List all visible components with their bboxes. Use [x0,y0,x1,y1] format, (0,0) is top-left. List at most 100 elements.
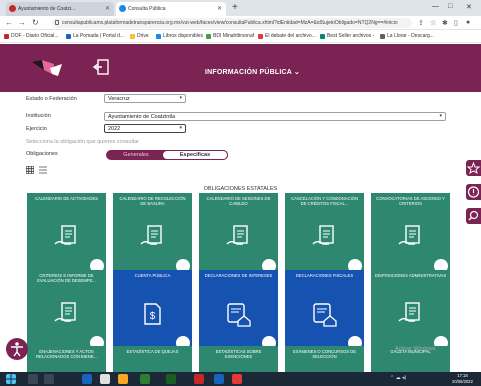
excel-icon[interactable] [166,374,176,384]
browser-tab-consulta[interactable]: Consulta Pública ✕ [116,2,226,16]
obligaciones-toggle: Generales Específicas [106,150,228,160]
address-toolbar: ← → ↻ consultapublicamx.plataformadetran… [0,16,481,30]
card-cancelacion-creditos[interactable]: CANCELACIÓN Y CONDONACIÓN DE CRÉDITOS FI… [285,193,364,275]
url-bar[interactable]: consultapublicamx.plataformadetransparen… [52,18,412,28]
svg-text:$: $ [150,311,156,322]
forward-icon[interactable]: → [18,18,26,27]
card-declaraciones-fiscales[interactable]: DECLARACIONES FISCALES [285,270,364,352]
browser-tab-ayuntamiento[interactable]: Ayuntamiento de Coatzi... ✕ [6,2,114,16]
certificate-house-icon [227,303,251,327]
portal-title[interactable]: INFORMACIÓN PÚBLICA ⌄ [205,68,300,76]
bookmark-item[interactable]: Drive [130,33,149,39]
accessibility-button[interactable] [6,338,28,360]
bookmark-star-icon[interactable]: ☆ [430,19,436,27]
windows-activation-watermark: Activar Windows [395,346,436,352]
extensions-icon[interactable]: ✱ [442,19,448,27]
file-explorer-icon[interactable] [118,374,128,384]
card-examenes-concursos[interactable]: EXÁMENES O CONCURSOS DE SELECCIÓN [285,346,364,372]
card-title: CALENDARIO DE ACTIVIDADES [34,196,99,201]
bookmark-item[interactable]: Libros disponibles [156,33,203,39]
outlook-icon[interactable] [82,374,92,384]
chrome-icon[interactable] [100,374,110,384]
close-tab-icon[interactable]: ✕ [217,5,222,12]
reload-icon[interactable]: ↻ [32,18,39,27]
document-hand-icon [398,302,420,322]
exit-icon[interactable] [92,58,110,76]
ejercicio-label: Ejercicio [26,126,47,132]
tab-title: Consulta Pública [128,6,166,12]
section-title: OBLIGACIONES ESTATALES [203,186,278,192]
search-float-button[interactable] [466,208,481,224]
card-criterios-evaluacion[interactable]: CRITERIOS E INFORME DE EVALUACIÓN DE DES… [27,270,106,352]
card-title: CUENTA PÚBLICA [134,273,171,278]
pnt-logo-icon[interactable] [30,58,64,78]
money-document-icon: $ [144,303,161,325]
card-cuenta-publica[interactable]: CUENTA PÚBLICA $ [113,270,192,352]
card-title: ESTADÍSTICAS SOBRE EXENCIONES [215,349,262,360]
powerpoint-icon[interactable] [194,374,204,384]
institucion-label: Institución [26,113,51,119]
list-view-icon[interactable] [39,166,47,174]
url-text: consultapublicamx.plataformadetransparen… [62,20,398,26]
card-calendario-cabildo[interactable]: CALENDARIO DE SESIONES DE CABILDO [199,193,278,275]
task-view-icon[interactable] [44,374,54,384]
close-window-icon[interactable]: ✕ [466,3,472,11]
card-title: DISPOSICIONES ADMINISTRATIVAS [374,273,447,278]
card-title: ESTADÍSTICA DE QUEJAS [126,349,179,354]
store-icon[interactable] [140,374,150,384]
institucion-select[interactable]: Ayuntamiento de Coatzintla ▾ [104,112,446,121]
card-estadistica-quejas[interactable]: ESTADÍSTICA DE QUEJAS [113,346,192,372]
card-title: CALENDARIO DE SESIONES DE CABILDO [206,196,271,207]
toggle-generales[interactable]: Generales [106,150,166,160]
bookmark-favicon-icon [156,34,161,39]
card-title: CANCELACIÓN Y CONDONACIÓN DE CRÉDITOS FI… [290,196,359,207]
toggle-especificas[interactable]: Específicas [162,150,228,160]
estado-select[interactable]: Veracruz ▾ [104,94,186,103]
card-calendario-actividades[interactable]: CALENDARIO DE ACTIVIDADES [27,193,106,275]
ejercicio-select[interactable]: 2022 ▾ [104,124,186,133]
tray-icons[interactable]: ⌃ ☁ ◂) [390,375,406,381]
lock-icon [55,20,59,25]
bookmark-favicon-icon [320,34,325,39]
bookmark-item[interactable]: BDI Minahttirsonaf [206,33,254,39]
chevron-down-icon: ▾ [439,113,442,119]
card-disposiciones-administrativas[interactable]: DISPOSICIONES ADMINISTRATIVAS [371,270,450,352]
share-icon[interactable]: ⇪ [418,19,424,27]
bookmark-item[interactable]: DOF - Diario Oficial... [4,33,59,39]
document-hand-icon [226,225,248,245]
bookmark-favicon-icon [4,34,9,39]
bookmark-favicon-icon [380,34,385,39]
new-tab-icon[interactable]: + [232,2,238,13]
card-convocatorias-ascenso[interactable]: CONVOCATORIAS DE ASCENSO Y CRITERIOS [371,193,450,275]
info-float-button[interactable] [466,184,481,200]
taskbar-clock[interactable]: 17:18 20/06/2022 [452,373,473,384]
card-calendario-basura[interactable]: CALENDARIO DE RECOLECCIÓN DE BASURA [113,193,192,275]
back-icon[interactable]: ← [5,18,13,27]
card-title: ENAJENACIONES Y ACTOS RELACIONADOS CON B… [36,349,97,360]
search-taskbar-icon[interactable] [28,374,38,384]
grid-view-icon[interactable] [26,166,34,174]
card-title: CALENDARIO DE RECOLECCIÓN DE BASURA [119,196,186,207]
bookmark-item[interactable]: El debate del archivo... [258,33,316,39]
card-title: EXÁMENES O CONCURSOS DE SELECCIÓN [292,349,357,360]
windows-start-icon[interactable] [6,374,16,384]
acrobat-icon[interactable] [232,374,242,384]
bookmark-item[interactable]: Best Seller archivos - [320,33,374,39]
card-estadisticas-exenciones[interactable]: ESTADÍSTICAS SOBRE EXENCIONES [199,346,278,372]
close-tab-icon[interactable]: ✕ [105,5,110,12]
profile-icon[interactable]: ● [466,19,470,26]
word-icon[interactable] [214,374,224,384]
bookmark-item[interactable]: La Llorar - Descarg... [380,33,434,39]
minimize-icon[interactable]: — [432,3,439,10]
bookmark-item[interactable]: La Pomada | Portal d... [66,33,124,39]
bookmark-favicon-icon [206,34,211,39]
maximize-icon[interactable]: □ [448,3,452,10]
sidebar-icon[interactable]: ▯ [454,19,458,27]
favorites-float-button[interactable] [466,160,481,176]
card-title: CRITERIOS E INFORME DE EVALUACIÓN DE DES… [37,273,96,284]
card-declaraciones-intereses[interactable]: DECLARACIONES DE INTERESES [199,270,278,352]
card-enajenaciones[interactable]: ENAJENACIONES Y ACTOS RELACIONADOS CON B… [27,346,106,372]
chevron-down-icon: ▾ [179,125,182,131]
star-icon [466,161,481,175]
chevron-down-icon: ▾ [179,95,182,101]
